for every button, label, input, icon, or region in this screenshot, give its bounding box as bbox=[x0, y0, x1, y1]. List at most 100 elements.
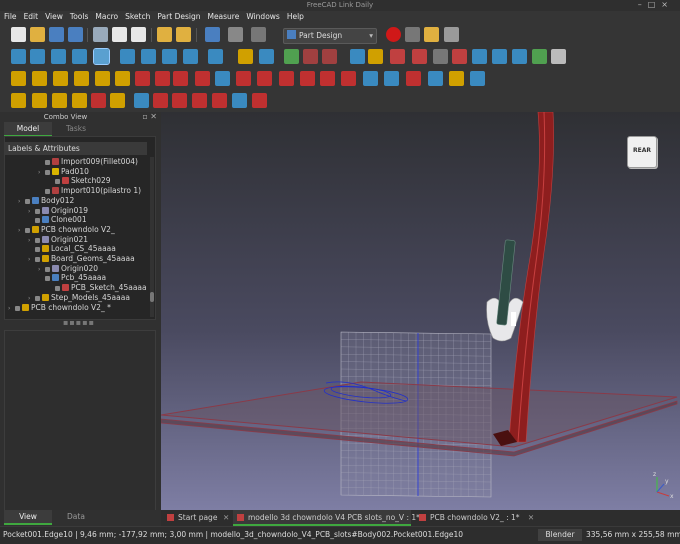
visibility-icon[interactable] bbox=[25, 198, 30, 204]
visibility-icon[interactable] bbox=[35, 295, 40, 301]
subtractive-pipe-icon[interactable] bbox=[215, 71, 230, 86]
link-import-icon[interactable] bbox=[322, 49, 337, 64]
visibility-icon[interactable] bbox=[35, 208, 40, 214]
tree-item[interactable]: › Origin020 bbox=[38, 264, 98, 274]
datum-line-icon[interactable] bbox=[452, 49, 467, 64]
macros-icon[interactable] bbox=[424, 27, 439, 42]
hole-shortcut-icon[interactable] bbox=[153, 93, 168, 108]
primitive-shortcut-icon[interactable] bbox=[110, 93, 125, 108]
tab-model[interactable]: Model bbox=[4, 122, 52, 137]
execute-macro-icon[interactable] bbox=[444, 27, 459, 42]
visibility-icon[interactable] bbox=[55, 179, 60, 185]
tree-item[interactable]: Import009(Fillet004) bbox=[38, 157, 138, 167]
tree-item[interactable]: › PCB chowndolo V2_ bbox=[18, 225, 115, 235]
revolve-shortcut-icon[interactable] bbox=[32, 93, 47, 108]
linear-pattern-icon[interactable] bbox=[300, 71, 315, 86]
group-icon[interactable] bbox=[259, 49, 274, 64]
stop-macro-icon[interactable] bbox=[405, 27, 420, 42]
tree-item[interactable]: › Step_Models_45aaaa bbox=[28, 293, 130, 303]
boolean-icon[interactable] bbox=[449, 71, 464, 86]
visibility-icon[interactable] bbox=[35, 237, 40, 243]
new-file-icon[interactable] bbox=[11, 27, 26, 42]
visibility-icon[interactable] bbox=[35, 257, 40, 262]
save-icon[interactable] bbox=[49, 27, 64, 42]
menu-tools[interactable]: Tools bbox=[66, 11, 91, 21]
tree-item[interactable]: Clone001 bbox=[28, 215, 87, 225]
chamfer-icon[interactable] bbox=[384, 71, 399, 86]
tree-item[interactable]: › Body012 bbox=[18, 196, 74, 206]
revolution-icon[interactable] bbox=[32, 71, 47, 86]
view-top-icon[interactable] bbox=[141, 49, 156, 64]
draw-style-icon[interactable] bbox=[51, 49, 66, 64]
additive-primitive-icon[interactable] bbox=[115, 71, 130, 86]
subpipe-shortcut-icon[interactable] bbox=[212, 93, 227, 108]
datum-plane-icon[interactable] bbox=[472, 49, 487, 64]
visibility-icon[interactable] bbox=[45, 276, 50, 282]
part-icon[interactable] bbox=[238, 49, 253, 64]
subtractive-loft-icon[interactable] bbox=[195, 71, 210, 86]
expand-arrow-icon[interactable]: › bbox=[28, 255, 35, 265]
fit-all-icon[interactable] bbox=[11, 49, 26, 64]
pipe-shortcut-icon[interactable] bbox=[72, 93, 87, 108]
bounding-box-icon[interactable] bbox=[72, 49, 87, 64]
visibility-icon[interactable] bbox=[45, 169, 50, 175]
visibility-icon[interactable] bbox=[45, 266, 50, 272]
tree-item[interactable]: Import010(pilastro 1) bbox=[38, 186, 141, 196]
tab-view[interactable]: View bbox=[4, 510, 52, 525]
refresh-icon[interactable] bbox=[205, 27, 220, 42]
tree-item[interactable]: › Pad010 bbox=[38, 167, 89, 177]
scrollbar-thumb[interactable] bbox=[150, 292, 154, 302]
visibility-icon[interactable] bbox=[35, 247, 40, 253]
menu-edit[interactable]: Edit bbox=[20, 11, 42, 21]
fit-selection-icon[interactable] bbox=[30, 49, 45, 64]
tree-item[interactable]: Pcb_45aaaa bbox=[38, 273, 106, 283]
record-macro-icon[interactable] bbox=[386, 27, 401, 42]
tree-item[interactable]: › Board_Geoms_45aaaa bbox=[28, 254, 135, 264]
menu-measure[interactable]: Measure bbox=[203, 11, 242, 21]
datum-point-icon[interactable] bbox=[433, 49, 448, 64]
visibility-icon[interactable] bbox=[55, 286, 60, 292]
link-actions-icon[interactable] bbox=[303, 49, 318, 64]
redo-icon[interactable] bbox=[176, 27, 191, 42]
tree-item[interactable]: › PCB chowndolo V2_ * bbox=[8, 303, 111, 313]
undo-icon[interactable] bbox=[157, 27, 172, 42]
expand-arrow-icon[interactable]: › bbox=[38, 168, 45, 178]
menu-sketch[interactable]: Sketch bbox=[121, 11, 153, 21]
shape-binder-icon[interactable] bbox=[512, 49, 527, 64]
view-front-icon[interactable] bbox=[120, 49, 135, 64]
subtractive-helix-icon[interactable] bbox=[236, 71, 251, 86]
tab-data[interactable]: Data bbox=[52, 510, 100, 523]
hole-icon[interactable] bbox=[155, 71, 170, 86]
groove-icon[interactable] bbox=[173, 71, 188, 86]
splitter-handle[interactable]: ▪▪▪▪▪ bbox=[4, 319, 154, 328]
menu-windows[interactable]: Windows bbox=[242, 11, 282, 21]
subprimitive-shortcut-icon[interactable] bbox=[252, 93, 267, 108]
validate-sketch-icon[interactable] bbox=[412, 49, 427, 64]
clone-icon[interactable] bbox=[551, 49, 566, 64]
3d-viewport[interactable]: z x y REAR bbox=[161, 112, 680, 510]
helix-shortcut-icon[interactable] bbox=[91, 93, 106, 108]
panel-controls[interactable]: ▫ ✕ bbox=[142, 112, 157, 121]
menu-macro[interactable]: Macro bbox=[91, 11, 121, 21]
subloft-shortcut-icon[interactable] bbox=[192, 93, 207, 108]
body-icon[interactable] bbox=[350, 49, 365, 64]
paste-icon[interactable] bbox=[131, 27, 146, 42]
draft-icon[interactable] bbox=[406, 71, 421, 86]
save-as-icon[interactable] bbox=[68, 27, 83, 42]
tree-item[interactable]: Sketch029 bbox=[48, 176, 111, 186]
doc-tab-start[interactable]: Start page ✕ bbox=[163, 510, 231, 526]
subshape-binder-icon[interactable] bbox=[532, 49, 547, 64]
menu-part-design[interactable]: Part Design bbox=[153, 11, 203, 21]
additive-loft-icon[interactable] bbox=[53, 71, 68, 86]
tree-item[interactable]: › Origin021 bbox=[28, 235, 88, 245]
expand-arrow-icon[interactable]: › bbox=[18, 197, 25, 207]
new-sketch-icon[interactable] bbox=[390, 49, 405, 64]
tab-tasks[interactable]: Tasks bbox=[52, 122, 100, 135]
visibility-icon[interactable] bbox=[25, 227, 30, 233]
window-controls[interactable]: –□× bbox=[638, 0, 674, 9]
tree-item[interactable]: Local_CS_45aaaa bbox=[28, 244, 116, 254]
measure-distance-icon[interactable] bbox=[208, 49, 223, 64]
multitransform-icon[interactable] bbox=[341, 71, 356, 86]
fillet-icon[interactable] bbox=[363, 71, 378, 86]
copy-icon[interactable] bbox=[112, 27, 127, 42]
